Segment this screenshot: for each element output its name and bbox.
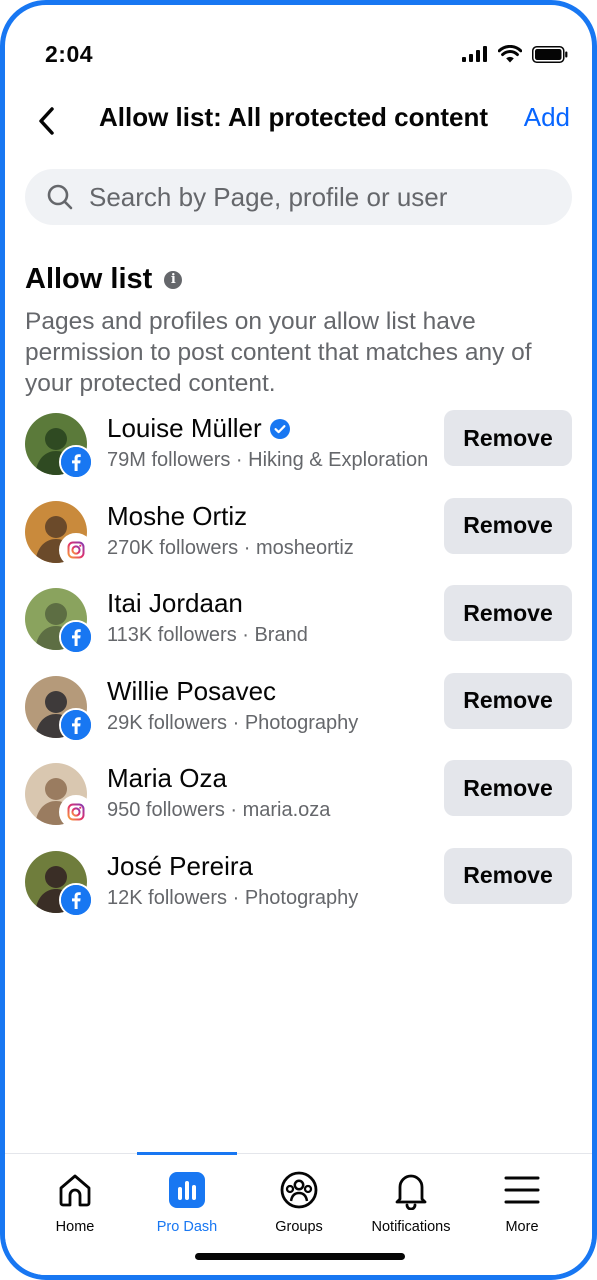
bell-icon xyxy=(391,1170,431,1210)
tab-label: Notifications xyxy=(371,1219,451,1235)
platform-badge xyxy=(59,882,93,917)
list-item: Moshe Ortiz 270K followers · mosheortiz Re… xyxy=(25,497,572,585)
platform-badge xyxy=(59,707,93,742)
instagram-icon xyxy=(61,534,91,565)
groups-icon xyxy=(279,1170,319,1210)
tab-notifications[interactable]: Notifications xyxy=(356,1154,466,1235)
tab-pro-dash[interactable]: Pro Dash xyxy=(132,1154,242,1235)
list-item: Maria Oza 950 followers · maria.oza Remove xyxy=(25,759,572,847)
profile-name-row[interactable]: Louise Müller xyxy=(107,413,290,444)
profile-name: José Pereira xyxy=(107,850,253,881)
profile-name: Moshe Ortiz xyxy=(107,500,248,531)
platform-badge xyxy=(59,620,93,654)
section-description: Pages and profiles on your allow list ha… xyxy=(25,308,532,397)
platform-badge xyxy=(59,532,93,567)
page-title: Allow list: All protected content xyxy=(99,102,489,132)
status-icons xyxy=(462,45,568,63)
profile-name-row[interactable]: José Pereira xyxy=(107,851,253,882)
signal-icon xyxy=(462,46,487,62)
home-icon xyxy=(55,1170,95,1210)
status-time: 2:04 xyxy=(45,41,94,67)
tab-label: More xyxy=(505,1219,539,1235)
tab-label: Pro Dash xyxy=(156,1219,218,1235)
search-icon xyxy=(45,182,75,212)
search-input[interactable] xyxy=(87,180,541,214)
profile-name-row[interactable]: Willie Posavec xyxy=(107,676,276,707)
list-item: Louise Müller 79M followers · Hiking & Ex… xyxy=(25,409,572,497)
list-item: Willie Posavec 29K followers · Photograph… xyxy=(25,672,572,760)
back-button[interactable] xyxy=(31,103,61,139)
phone-frame: 2:04 Allow list: All protected content A… xyxy=(0,0,597,1280)
list-item: Itai Jordaan 113K followers · Brand Remove xyxy=(25,584,572,672)
profile-name-row[interactable]: Maria Oza xyxy=(107,763,227,794)
profile-name: Maria Oza xyxy=(107,763,227,793)
allow-list: Louise Müller 79M followers · Hiking & Ex… xyxy=(25,409,572,934)
profile-meta: 270K followers · mosheortiz xyxy=(107,536,354,559)
tab-label: Home xyxy=(55,1219,95,1235)
chevron-left-icon xyxy=(39,107,54,135)
list-item: José Pereira 12K followers · Photography R… xyxy=(25,847,572,935)
profile-meta: 12K followers · Photography xyxy=(107,886,359,909)
section-title: Allow list xyxy=(25,263,153,295)
profile-name-row[interactable]: Itai Jordaan xyxy=(107,588,243,619)
menu-icon xyxy=(502,1170,542,1210)
profile-name: Willie Posavec xyxy=(107,675,277,706)
profile-meta: 29K followers · Photography xyxy=(107,711,359,734)
info-icon[interactable]: i xyxy=(164,270,183,289)
instagram-icon xyxy=(61,797,91,827)
tab-label: Groups xyxy=(275,1219,323,1235)
platform-badge xyxy=(59,445,93,479)
add-button[interactable]: Add xyxy=(524,102,570,133)
pro-dash-icon xyxy=(167,1170,207,1210)
profile-name: Itai Jordaan xyxy=(107,588,243,618)
remove-button[interactable]: Remove xyxy=(444,847,572,904)
facebook-icon xyxy=(61,622,91,652)
remove-button[interactable]: Remove xyxy=(444,760,572,816)
bottom-navigation: Home Pro Dash Groups Notifications More xyxy=(5,1152,592,1275)
wifi-icon xyxy=(498,45,522,63)
remove-button[interactable]: Remove xyxy=(444,410,572,466)
remove-button[interactable]: Remove xyxy=(444,497,572,554)
remove-button[interactable]: Remove xyxy=(444,672,572,729)
profile-name-row[interactable]: Moshe Ortiz xyxy=(107,501,247,532)
tab-home[interactable]: Home xyxy=(20,1154,130,1235)
home-indicator[interactable] xyxy=(195,1253,405,1260)
facebook-icon xyxy=(61,447,91,477)
search-bar[interactable] xyxy=(25,169,572,225)
battery-icon xyxy=(532,45,568,63)
profile-meta: 79M followers · Hiking & Exploration xyxy=(107,449,429,471)
platform-badge xyxy=(59,795,93,829)
tab-more[interactable]: More xyxy=(467,1154,577,1235)
tab-groups[interactable]: Groups xyxy=(244,1154,354,1235)
facebook-icon xyxy=(61,709,91,740)
facebook-icon xyxy=(61,884,91,915)
profile-meta: 113K followers · Brand xyxy=(107,624,308,646)
section-header: Allow list i xyxy=(25,263,183,296)
remove-button[interactable]: Remove xyxy=(444,585,572,641)
verified-badge-icon xyxy=(269,418,290,439)
profile-name: Louise Müller xyxy=(107,413,262,443)
profile-meta: 950 followers · maria.oza xyxy=(107,799,331,821)
